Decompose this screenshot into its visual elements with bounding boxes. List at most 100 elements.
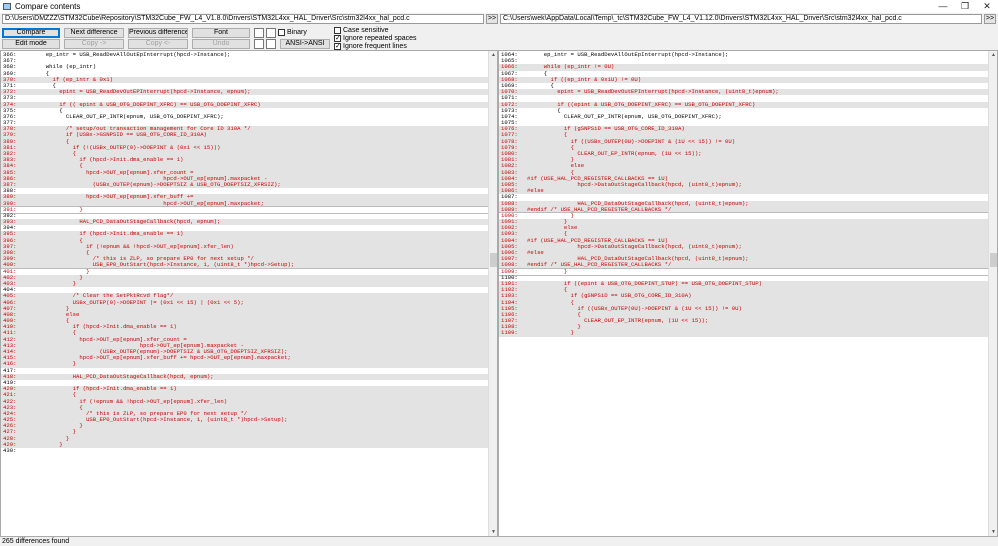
line-text: } xyxy=(527,330,574,337)
left-file-path-input[interactable]: D:\Users\DMZZZ\STM32Cube\Repository\STM3… xyxy=(2,14,484,24)
line-text: } xyxy=(527,212,574,219)
line-text: if (( epint & USB_OTG_DOEPINT_XFRC) == U… xyxy=(29,101,261,108)
line-text: { xyxy=(29,237,83,244)
case-sensitive-checkbox[interactable]: Case sensitive xyxy=(334,27,389,34)
title-bar: Compare contents — ❐ ✕ xyxy=(0,0,998,13)
line-text: { xyxy=(527,231,568,238)
left-compare-pane[interactable]: 366: ep_intr = USB_ReadDevAllOutEpInterr… xyxy=(0,50,498,537)
right-compare-pane[interactable]: 1064: ep_intr = USB_ReadDevAllOutEpInter… xyxy=(498,50,998,537)
close-button[interactable]: ✕ xyxy=(976,0,998,13)
line-text: { xyxy=(527,144,574,151)
line-text: { xyxy=(527,169,574,176)
find-next-icon[interactable] xyxy=(266,28,276,38)
line-text: if (!(USBx_OUTEP(0)->DOEPINT & (0x1 << 1… xyxy=(29,144,221,151)
line-text: } xyxy=(29,206,83,213)
line-text: hpcd->OUT_ep[epnum].xfer_count = xyxy=(29,336,187,343)
line-text: ep_intr = USB_ReadDevAllOutEpInterrupt(h… xyxy=(527,52,729,58)
line-text: else xyxy=(527,225,578,232)
maximize-button[interactable]: ❐ xyxy=(954,0,976,13)
line-text: { xyxy=(527,299,574,306)
binary-label: Binary xyxy=(287,29,307,36)
edit-mode-button[interactable]: Edit mode xyxy=(2,39,60,49)
font-button[interactable]: Font xyxy=(192,28,250,38)
line-text: { xyxy=(29,392,76,399)
line-number: 1109: xyxy=(501,330,518,337)
line-text: #endif /* USE_HAL_PCD_REGISTER_CALLBACKS… xyxy=(527,206,672,213)
line-text: hpcd->OUT_ep[epnum].maxpacket; xyxy=(29,200,264,207)
line-text: { xyxy=(527,82,554,89)
scroll-up-icon[interactable]: ▲ xyxy=(989,51,997,59)
case-sensitive-label: Case sensitive xyxy=(343,27,389,34)
ignore-repeated-spaces-checkbox[interactable]: ✓ Ignore repeated spaces xyxy=(334,35,417,42)
right-vertical-scrollbar[interactable]: ▲ ▼ xyxy=(988,51,997,536)
line-text: (USBx_OUTEP(epnum)->DOEPTSIZ & USB_OTG_D… xyxy=(29,181,281,188)
find-icon[interactable] xyxy=(254,28,264,38)
binary-check-box[interactable] xyxy=(278,29,285,36)
line-text: ep_intr = USB_ReadDevAllOutEpInterrupt(h… xyxy=(29,52,231,58)
line-text: } xyxy=(29,268,90,275)
right-scroll-thumb[interactable] xyxy=(990,253,997,267)
line-text: #endif /* USE_HAL_PCD_REGISTER_CALLBACKS… xyxy=(527,262,672,269)
ignore-repeated-spaces-check-box[interactable]: ✓ xyxy=(334,35,341,42)
line-text: { xyxy=(527,287,568,294)
save-right-icon[interactable] xyxy=(266,39,276,49)
line-text: while (ep_intr) xyxy=(29,64,97,71)
line-text: } xyxy=(29,305,70,312)
line-text: { xyxy=(29,250,90,256)
left-browse-button[interactable]: >> xyxy=(486,14,498,24)
right-browse-button[interactable]: >> xyxy=(984,14,996,24)
scroll-up-icon[interactable]: ▲ xyxy=(489,51,497,59)
line-text: if ((USBx_OUTEP(0U)->DOEPINT & (1U << 15… xyxy=(527,138,736,145)
line-text: HAL_PCD_DataOutStageCallback(hpcd, (uint… xyxy=(527,200,749,207)
binary-checkbox[interactable]: Binary xyxy=(278,29,307,36)
line-text: { xyxy=(29,330,76,337)
line-text: { xyxy=(29,138,70,145)
scroll-down-icon[interactable]: ▼ xyxy=(489,528,497,536)
line-text: } xyxy=(29,441,63,448)
line-text: { xyxy=(29,82,56,89)
scroll-down-icon[interactable]: ▼ xyxy=(989,528,997,536)
code-line[interactable]: 430: xyxy=(1,448,488,454)
copy-left-button[interactable]: Copy <- xyxy=(128,39,188,49)
ansi-button[interactable]: ANSI->ANSI xyxy=(280,39,330,49)
status-bar: 265 differences found xyxy=(0,537,998,546)
line-text: #if (USE_HAL_PCD_REGISTER_CALLBACKS == 1… xyxy=(527,175,668,182)
copy-right-button[interactable]: Copy -> xyxy=(64,39,124,49)
line-text: if (USBx->GSNPSID == USB_OTG_CORE_ID_310… xyxy=(29,132,207,139)
minimize-button[interactable]: — xyxy=(932,0,954,13)
line-text: if (ep_intr & 0x1) xyxy=(29,76,113,83)
line-text: hpcd->OUT_ep[epnum].maxpacket - xyxy=(29,175,268,182)
line-text: #if (USE_HAL_PCD_REGISTER_CALLBACKS == 1… xyxy=(527,237,668,244)
line-text: } xyxy=(29,435,70,442)
line-text: #else xyxy=(527,188,544,195)
ignore-frequent-lines-checkbox[interactable]: ✓ Ignore frequent lines xyxy=(334,43,407,50)
next-difference-button[interactable]: Next difference xyxy=(64,28,124,38)
line-text: /* this is ZLP, so prepare EP0 for next … xyxy=(29,410,248,417)
case-sensitive-check-box[interactable] xyxy=(334,27,341,34)
previous-difference-button[interactable]: Previous difference xyxy=(128,28,188,38)
line-text: { xyxy=(527,311,581,318)
undo-button[interactable]: Undo xyxy=(192,39,250,49)
path-bar: D:\Users\DMZZZ\STM32Cube\Repository\STM3… xyxy=(0,13,998,25)
code-line[interactable]: 1109: } xyxy=(499,330,988,337)
left-vertical-scrollbar[interactable]: ▲ ▼ xyxy=(488,51,497,536)
toolbar: Compare Next difference Previous differe… xyxy=(0,26,998,50)
line-text: if (gSNPSiD == USB_OTG_CORE_ID_310A) xyxy=(527,293,692,300)
line-text: } xyxy=(29,274,83,281)
save-left-icon[interactable] xyxy=(254,39,264,49)
line-text: HAL_PCD_DataOutStageCallback(hpcd, epnum… xyxy=(29,219,221,226)
line-text: hpcd->OUT_ep[epnum].maxpacket - xyxy=(29,342,244,349)
line-text: USBx_OUTEP(0)->DOEPINT |= (0x1 << 15) | … xyxy=(29,299,244,306)
left-scroll-thumb[interactable] xyxy=(490,253,497,267)
line-text: { xyxy=(29,163,83,170)
line-text: HAL_PCD_DataOutStageCallback(hpcd, epnum… xyxy=(29,373,214,380)
ignore-frequent-lines-check-box[interactable]: ✓ xyxy=(334,43,341,50)
line-text: { xyxy=(527,107,561,114)
line-text: if (hpcd->Init.dma_enable == 1) xyxy=(29,386,177,393)
line-text: CLEAR_OUT_EP_INTR(epnum, (1U << 15)); xyxy=(527,151,702,157)
right-file-path-input[interactable]: C:\Users\wek\AppData\Local\Temp\_tc\STM3… xyxy=(500,14,982,24)
line-text: if (!epnum && !hpcd->OUT_ep[epnum].xfer_… xyxy=(29,398,228,405)
line-text: (USBx_OUTEP(epnum)->DOEPTSIZ & USB_OTG_D… xyxy=(29,349,288,355)
line-text: } xyxy=(527,324,581,331)
compare-button[interactable]: Compare xyxy=(2,28,60,38)
